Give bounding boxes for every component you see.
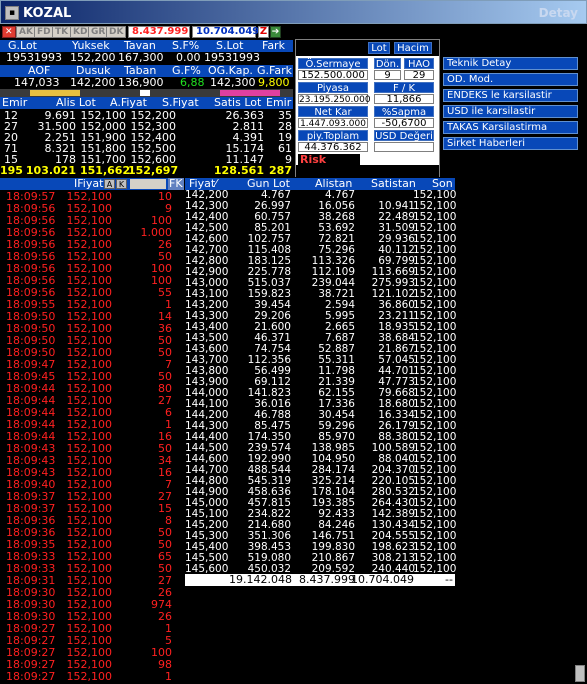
depth-col-header: A.Fiyat [110,96,147,109]
stat-value: 147,033 [14,76,60,89]
stat-value: 19531993 [204,51,260,64]
stat-value: 136,900 [118,76,164,89]
depth-cell: 195 [0,164,23,177]
tb-ak-button[interactable]: AK [16,26,36,38]
filter-a-button[interactable]: A [104,179,115,189]
fk-label: F / K [374,82,434,94]
filter-fk-button[interactable]: FK [168,178,184,190]
lot-button[interactable]: Lot [368,42,390,54]
hao-value: 29 [404,70,434,81]
hao-label: HAO [404,58,434,70]
stat-value: 167,300 [118,51,164,64]
stat-value: 9,800 [258,76,290,89]
window-title: KOZAL [23,6,72,21]
sapma-value: -50,6700 [374,118,434,129]
resize-grip[interactable] [575,665,585,682]
hacim-button[interactable]: Hacim [394,42,432,54]
window-detail-label: Detay [538,6,578,20]
trade-cell: 1 [165,670,172,683]
depth-col-header: Satis Lot [214,96,262,109]
netkar-label: Net Kar [298,106,368,118]
total-gun-lot: 19.142.048 [229,573,292,586]
dist-col-header[interactable]: Satistan [371,178,416,190]
stats-row-2: 147,033 142,200 136,900 6,88 142,300 9,8… [0,77,293,89]
trade-cell: 152,100 [66,670,113,683]
depth-col-header: S.Fiyat [162,96,199,109]
link-usd-compare[interactable]: USD ile karsilastir [443,105,578,118]
depth-cell: 103.021 [25,164,76,177]
toplam-lot-value: 44.376.362 [298,142,368,153]
piyasa-label: Piyasa Değeri [298,82,368,105]
stat-value: 142,200 [70,76,116,89]
trade-row[interactable]: 18:09:27 152,100 1 [0,671,183,683]
arrow-right-icon[interactable]: ➔ [270,26,281,38]
stat-value: 19531993 [6,51,62,64]
sapma-label: %Sapma [374,106,434,118]
sermaye-label: Ö.Sermaye [298,58,368,70]
link-takas-compare[interactable]: TAKAS Karsilastirma [443,121,578,134]
distribution-total: 19.142.048 8.437.999 10.704.049 -- [185,574,455,586]
trade-cell: 18:09:27 [6,670,56,683]
stat-label: Fark [262,39,285,52]
piyasa-value: 23.195.250.000 [298,94,371,105]
netkar-value: 1.447.093.000 [298,118,368,129]
depth-cell: 128.561 [213,164,264,177]
sermaye-value: 152.500.000 [298,70,368,81]
total-alistan: 8.437.999 [299,573,355,586]
usd-deger-label: USD Değeri [374,130,434,142]
depth-cell: 151,662 [80,164,131,177]
stat-value: 0.00 [176,51,201,64]
depth-col-header: Emir [2,96,28,109]
total-son: -- [445,573,453,586]
depth-total-row[interactable]: 195 103.021 151,662 152,697 128.561 287 [0,165,293,176]
trades-header: IFiyat A K FK [0,177,184,190]
panel-gap [296,165,439,177]
link-od-mod[interactable]: OD. Mod. [443,73,578,86]
don-label: Dön. [374,58,401,70]
don-value: 9 [374,70,401,81]
depth-col-header: Alis Lot [56,96,96,109]
tb-dk-button[interactable]: DK [106,26,127,38]
close-icon[interactable]: ✕ [2,26,16,38]
stats-row-1: 19531993 152,200 167,300 0.00 19531993 [0,52,293,64]
depth-cell: 152,697 [128,164,179,177]
total-satistan: 10.704.049 [351,573,414,586]
fk-value: 11,866 [374,94,434,105]
filter-k-button[interactable]: K [116,179,127,189]
toolbar: ✕ AK FD TK KD GR DK 8.437.999 10.704.049… [0,25,587,39]
usd-deger-value [374,142,434,152]
trades-price-header: IFiyat [74,177,104,190]
fundamentals-panel: Lot Hacim Ö.Sermaye 152.500.000 Dön. 9 H… [295,39,440,177]
depth-col-header: Emir [266,96,292,109]
stat-value: 6,88 [180,76,205,89]
link-sirket-haberleri[interactable]: Sirket Haberleri [443,137,578,150]
filter-input[interactable] [130,179,166,189]
toolbar-z-badge: Z [258,26,269,38]
link-teknik-detay[interactable]: Teknik Detay [443,57,578,70]
depth-header: Emir Alis Lot A.Fiyat S.Fiyat Satis Lot … [0,97,293,109]
depth-cell: 287 [269,164,292,177]
tb-fd-button[interactable]: FD [34,26,54,38]
window-titlebar[interactable]: ▪ KOZAL Detay [0,0,587,24]
stat-value: 142,300 [210,76,256,89]
stat-value: 152,200 [70,51,116,64]
toolbar-sell-volume: 10.704.049 [192,26,259,38]
toplam-lot-label: piy.Toplam Lot [298,130,368,153]
tb-tk-button[interactable]: TK [52,26,72,38]
toolbar-buy-volume: 8.437.999 [128,26,190,38]
link-endeks-compare[interactable]: ENDEKS le karsilastir [443,89,578,102]
app-icon: ▪ [5,6,19,20]
